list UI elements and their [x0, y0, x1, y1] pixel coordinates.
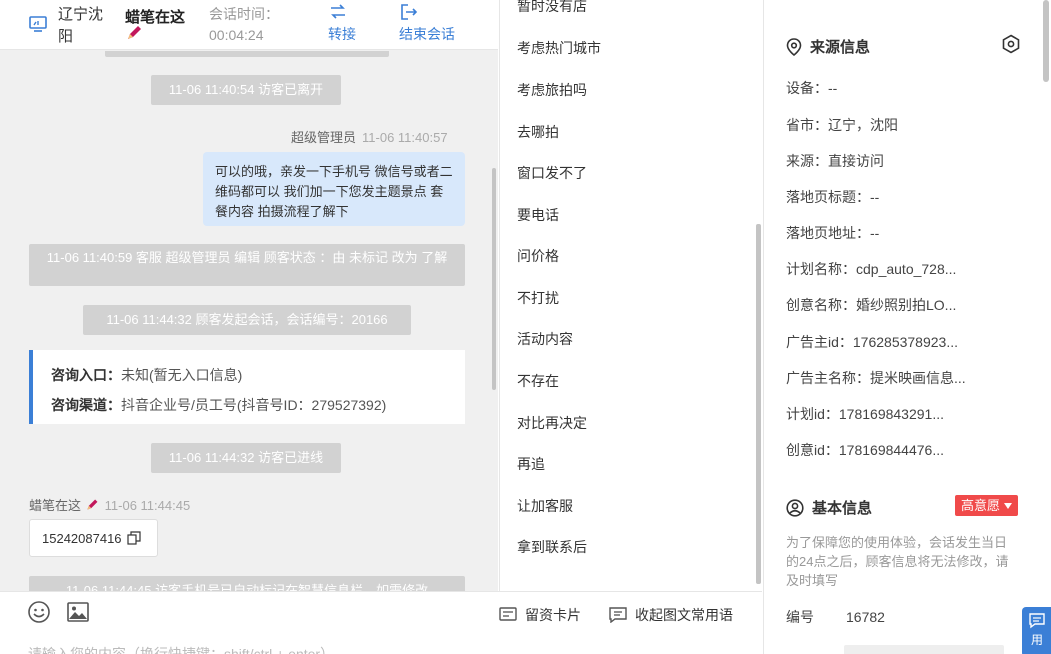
quick-reply-panel: 暂时没有店 考虑热门城市 考虑旅拍吗 去哪拍 窗口发不了 要电话 问价格 不打扰… [499, 0, 762, 591]
system-message: 11-06 11:40:54 访客已离开 [151, 75, 341, 105]
copy-icon[interactable] [127, 531, 141, 545]
agent-sender-line: 超级管理员 11-06 11:40:57 [291, 127, 448, 146]
agent-message-bubble: 可以的哦，亲发一下手机号 微信号或者二维码都可以 我们加一下您发主题景点 套餐内… [203, 152, 465, 226]
collapse-phrases-button[interactable]: 收起图文常用语 [609, 605, 733, 625]
card-icon [499, 607, 517, 621]
monitor-icon [29, 16, 47, 32]
quick-reply-item[interactable]: 窗口发不了 [517, 163, 587, 183]
chat-header: 辽宁沈阳 蜡笔在这 会话时间： 00:04:24 转接 结束会话 [0, 0, 498, 50]
floating-button-label: 用 [1030, 633, 1043, 647]
customer-id-value: 16782 [846, 609, 885, 625]
customer-id-row: 编号 16782 [786, 607, 885, 627]
user-circle-icon [786, 499, 804, 517]
quick-reply-item[interactable]: 拿到联系后 [517, 537, 587, 557]
location-pin-icon [786, 38, 802, 57]
consult-channel-value: 抖音企业号/员工号(抖音号ID：279527392) [121, 397, 387, 413]
info-scrollbar[interactable] [1043, 0, 1049, 82]
quick-reply-scrollbar[interactable] [756, 224, 761, 584]
session-time-value: 00:04:24 [209, 27, 264, 43]
system-message: 11-06 11:44:32 顾客发起会话，会话编号：20166 [83, 305, 411, 335]
composer: 留资卡片 收起图文常用语 请输入您的内容（换行快捷键：shift/ctrl + … [0, 591, 762, 654]
intent-tag-dropdown[interactable]: 高意愿 [955, 495, 1018, 516]
creative-name-field: 创意名称：婚纱照别拍LO... [786, 297, 957, 313]
advertiser-name-field: 广告主名称：提米映画信息... [786, 370, 966, 386]
caret-down-icon [1003, 503, 1012, 509]
customer-info-panel: 来源信息 设备：-- 省市：辽宁，沈阳 来源：直接访问 落地页标题：-- 落地页… [763, 0, 1051, 654]
session-time-label: 会话时间： [209, 6, 279, 22]
emoji-icon[interactable] [27, 600, 51, 624]
origin-field: 来源：直接访问 [786, 153, 884, 169]
pencil-icon [86, 499, 98, 510]
quick-reply-item[interactable]: 再追 [517, 454, 545, 474]
visitor-location: 辽宁沈阳 [58, 6, 104, 45]
quick-reply-item[interactable]: 考虑旅拍吗 [517, 80, 587, 100]
quick-reply-item[interactable]: 让加客服 [517, 496, 573, 516]
end-session-label: 结束会话 [399, 26, 455, 42]
chat-panel: 辽宁沈阳 蜡笔在这 会话时间： 00:04:24 转接 结束会话 11-06 1… [0, 0, 498, 654]
system-message: 11-06 11:44:32 访客已进线 [151, 443, 341, 473]
message-input[interactable]: 请输入您的内容（换行快捷键：shift/ctrl + enter） [28, 644, 334, 654]
message-list[interactable]: 11-06 11:40:54 访客已离开 超级管理员 11-06 11:40:57… [0, 51, 486, 591]
quick-reply-item[interactable]: 活动内容 [517, 329, 573, 349]
consult-channel-label: 咨询渠道： [51, 397, 121, 413]
logout-icon [401, 4, 418, 20]
landing-url-field: 落地页地址：-- [786, 225, 880, 241]
system-message-cut [105, 51, 389, 57]
consult-entry-value: 未知(暂无入口信息) [121, 367, 243, 383]
source-info-title-text: 来源信息 [810, 39, 871, 56]
next-field-input[interactable] [844, 645, 1004, 654]
lead-card-button[interactable]: 留资卡片 [499, 605, 581, 625]
visitor-sender-line: 蜡笔在这 11-06 11:44:45 [29, 495, 190, 514]
visitor-phone: 15242087416 [42, 531, 122, 546]
advertiser-id-field: 广告主id：176285378923... [786, 334, 958, 350]
visitor-phone-message: 15242087416 [29, 519, 158, 557]
system-message: 11-06 11:40:59 客服 超级管理员 编辑 顾客状态 ：由 未标记 改… [29, 244, 465, 286]
basic-info-title-text: 基本信息 [812, 500, 873, 517]
province-field: 省市：辽宁，沈阳 [786, 117, 898, 133]
landing-title-field: 落地页标题：-- [786, 189, 880, 205]
quick-reply-item[interactable]: 要电话 [517, 205, 559, 225]
transfer-button[interactable]: 转接 [328, 2, 356, 44]
visitor-time: 11-06 11:44:45 [104, 498, 191, 513]
pencil-icon [128, 26, 141, 39]
settings-icon[interactable] [1001, 34, 1021, 54]
chat-bubble-icon [1029, 613, 1045, 629]
transfer-label: 转接 [328, 26, 356, 42]
agent-time: 11-06 11:40:57 [362, 130, 448, 145]
agent-name: 超级管理员 [291, 130, 357, 145]
consult-channel-row: 咨询渠道：抖音企业号/员工号(抖音号ID：279527392) [51, 390, 447, 420]
quick-reply-item[interactable]: 不打扰 [517, 288, 559, 308]
chat-list-icon [609, 607, 627, 624]
collapse-phrases-label: 收起图文常用语 [635, 607, 733, 623]
consult-info-card: 咨询入口：未知(暂无入口信息) 咨询渠道：抖音企业号/员工号(抖音号ID：279… [29, 350, 465, 424]
quick-reply-item[interactable]: 不存在 [517, 371, 559, 391]
transfer-icon [331, 4, 345, 19]
chat-scrollbar[interactable] [492, 168, 496, 390]
basic-info-title: 基本信息 [786, 497, 872, 518]
quick-reply-item[interactable]: 暂时没有店 [517, 0, 587, 16]
visitor-name: 蜡笔在这 [29, 498, 82, 513]
end-session-button[interactable]: 结束会话 [399, 2, 455, 44]
system-message: 11-06 11:44:45 访客手机号已自动标记在智慧信息栏，如需修改 [29, 576, 465, 591]
floating-chat-button[interactable]: 用 [1022, 607, 1051, 654]
quick-reply-item[interactable]: 考虑热门城市 [517, 38, 601, 58]
consult-entry-row: 咨询入口：未知(暂无入口信息) [51, 360, 447, 390]
quick-reply-item[interactable]: 去哪拍 [517, 122, 559, 142]
lead-card-label: 留资卡片 [525, 607, 581, 623]
consult-entry-label: 咨询入口： [51, 367, 121, 383]
plan-id-field: 计划id：178169843291... [786, 406, 944, 422]
creative-id-field: 创意id：178169844476... [786, 442, 944, 458]
customer-id-label: 编号 [786, 609, 814, 625]
image-icon[interactable] [66, 600, 90, 624]
quick-reply-item[interactable]: 对比再决定 [517, 413, 587, 433]
plan-name-field: 计划名称：cdp_auto_728... [786, 261, 957, 277]
intent-tag-label: 高意愿 [961, 498, 1001, 513]
source-info-title: 来源信息 [786, 36, 870, 57]
device-field: 设备：-- [786, 80, 838, 96]
edit-notice: 为了保障您的使用体验，会话发生当日的24点之后，顾客信息将无法修改，请及时填写 [786, 535, 1009, 588]
quick-reply-item[interactable]: 问价格 [517, 246, 559, 266]
